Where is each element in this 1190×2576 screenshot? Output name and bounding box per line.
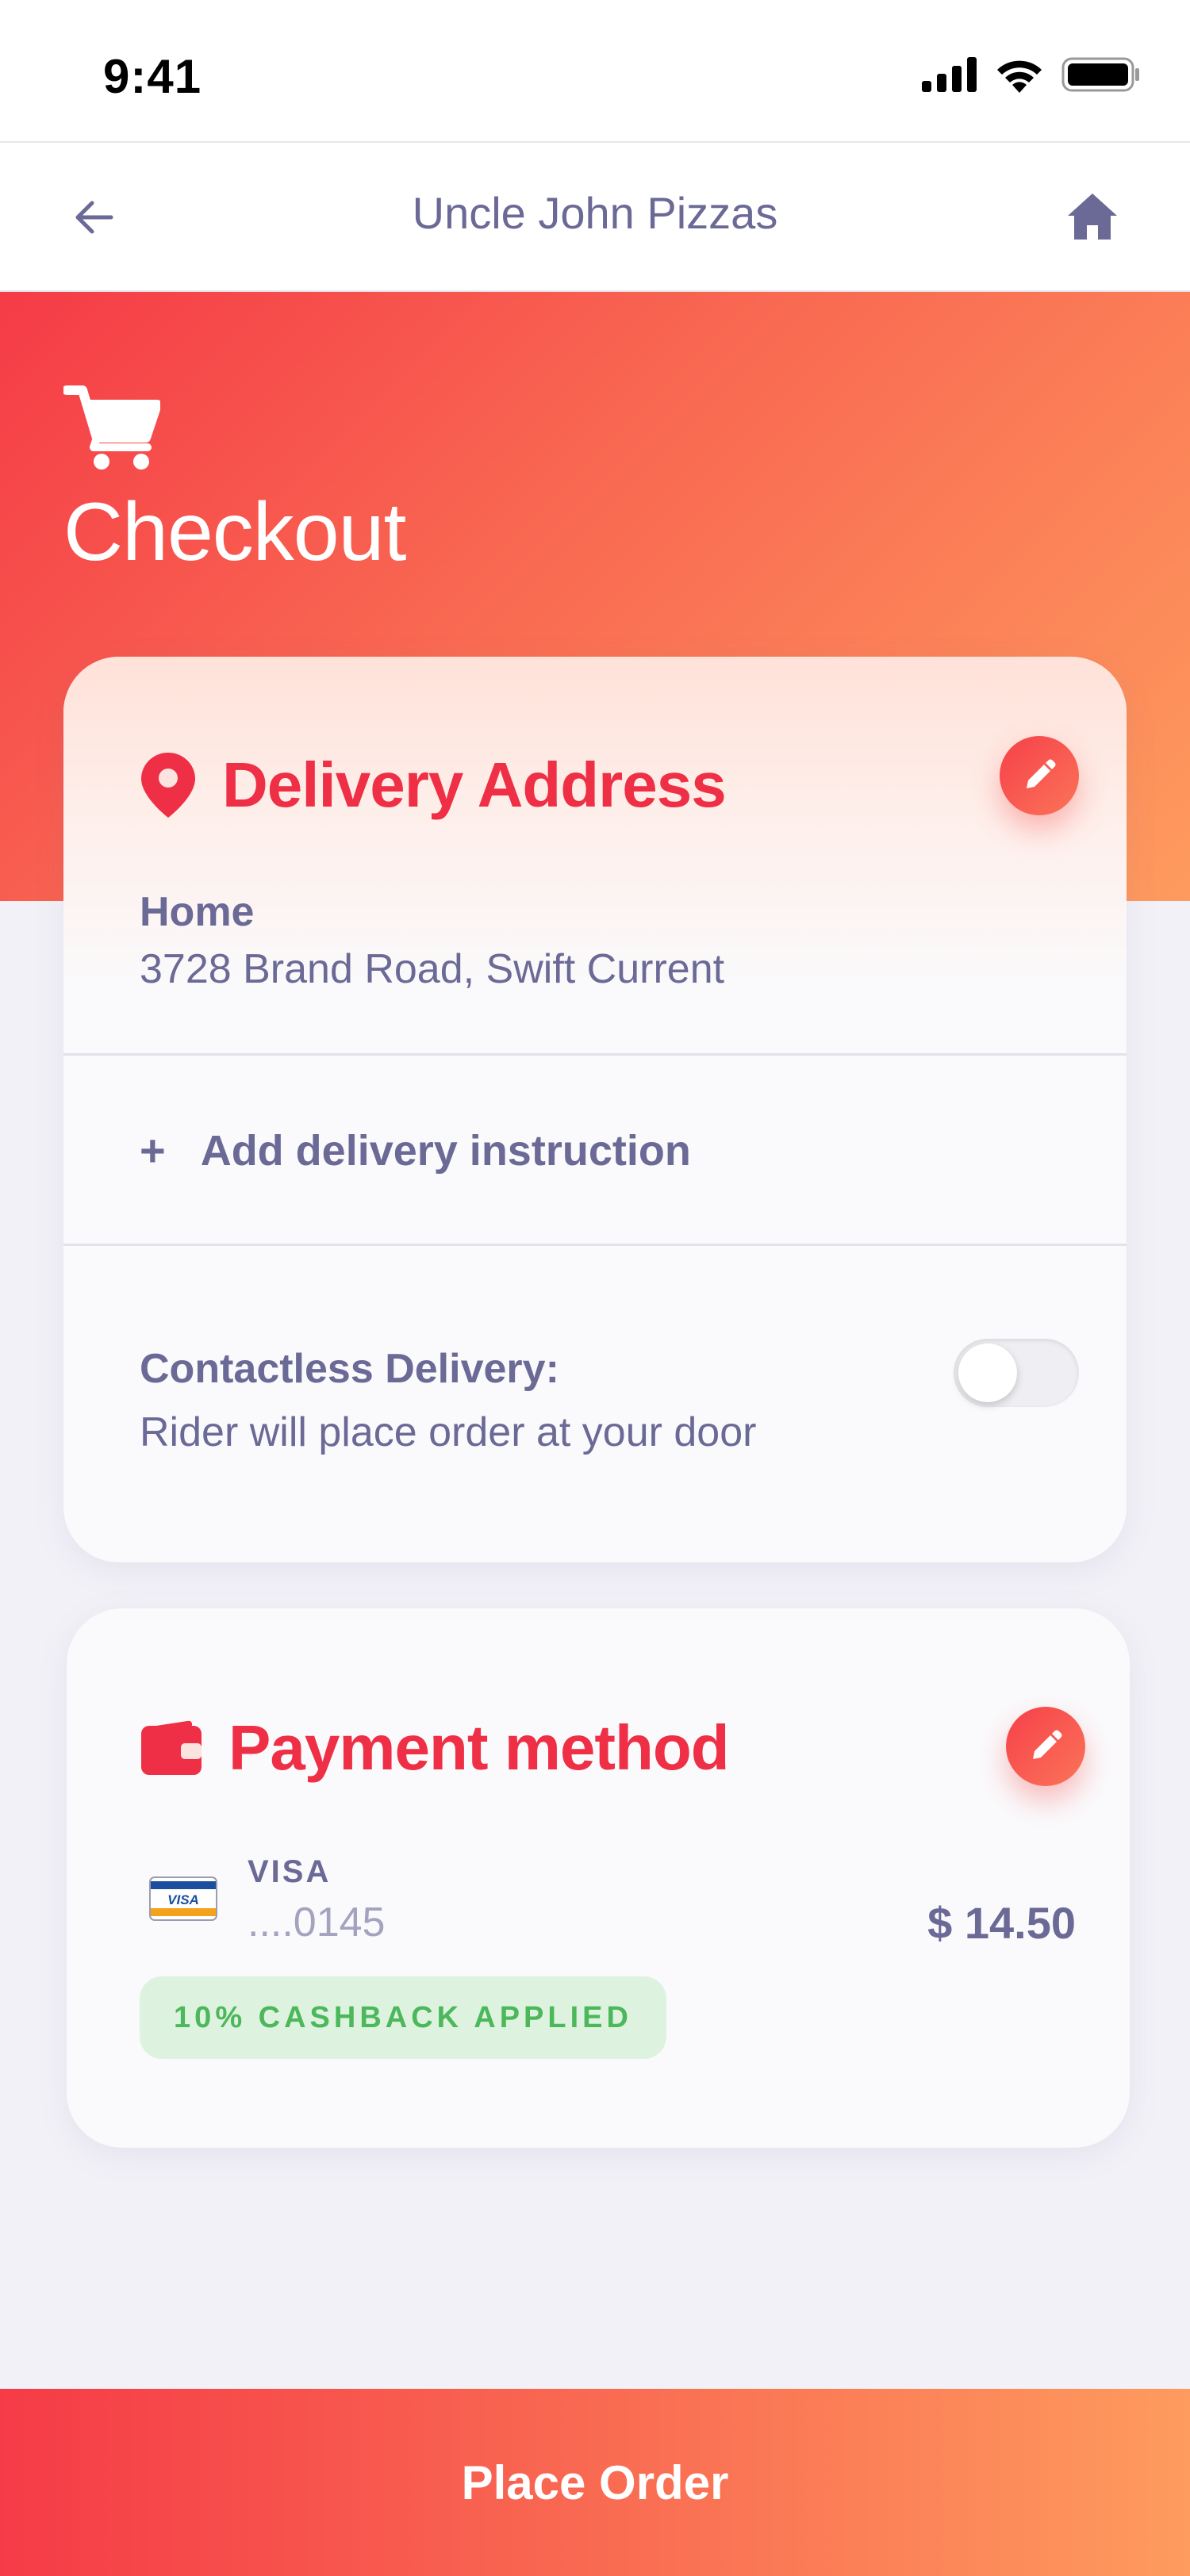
cashback-text: 10% CASHBACK APPLIED (174, 2000, 632, 2034)
visa-logo-text: VISA (167, 1892, 199, 1907)
place-order-label: Place Order (461, 2455, 729, 2509)
plus-icon: + (140, 1125, 166, 1175)
contactless-delivery-label: Contactless Delivery: (140, 1346, 559, 1392)
divider (63, 1053, 1127, 1056)
payment-method-header: Payment method (140, 1712, 730, 1784)
signal-icon (922, 57, 977, 92)
battery-icon (1061, 57, 1139, 92)
map-pin-icon (141, 753, 195, 818)
toggle-knob (958, 1344, 1017, 1402)
shopping-cart-icon (63, 385, 160, 470)
address-label: Home (140, 889, 255, 935)
cashback-badge: 10% CASHBACK APPLIED (140, 1976, 666, 2059)
payment-method-card: Payment method VISA VISA ....0145 $ 14.5… (67, 1608, 1130, 2148)
navigation-bar: Uncle John Pizzas (0, 141, 1190, 292)
delivery-address-card: Delivery Address Home 3728 Brand Road, S… (63, 657, 1127, 1562)
card-number: ....0145 (248, 1899, 386, 1945)
delivery-address-title: Delivery Address (222, 749, 727, 820)
wifi-icon (997, 60, 1042, 93)
wallet-icon (141, 1720, 202, 1775)
page-title: Checkout (63, 486, 406, 578)
pencil-icon (1033, 1730, 1062, 1759)
contactless-delivery-toggle[interactable] (954, 1339, 1079, 1407)
contactless-delivery-description: Rider will place order at your door (140, 1409, 757, 1455)
home-icon[interactable] (1066, 190, 1119, 243)
add-delivery-instruction-label: Add delivery instruction (200, 1126, 691, 1175)
visa-card-icon: VISA (149, 1876, 217, 1921)
place-order-button[interactable]: Place Order (0, 2389, 1190, 2576)
add-delivery-instruction-button[interactable]: + Add delivery instruction (140, 1125, 691, 1176)
status-icons (922, 56, 1141, 94)
card-header-wash (63, 657, 1127, 990)
address-line: 3728 Brand Road, Swift Current (140, 946, 725, 992)
pencil-icon (1027, 759, 1056, 788)
status-bar: 9:41 (0, 0, 1190, 141)
edit-address-button[interactable] (1000, 736, 1079, 815)
header-title: Uncle John Pizzas (412, 188, 778, 238)
divider (63, 1244, 1127, 1246)
payment-method-title: Payment method (228, 1712, 730, 1783)
edit-payment-button[interactable] (1006, 1707, 1085, 1786)
card-brand: VISA (248, 1854, 332, 1889)
delivery-address-header: Delivery Address (140, 749, 727, 822)
status-time: 9:41 (103, 50, 202, 103)
order-amount: $ 14.50 (927, 1898, 1076, 1948)
